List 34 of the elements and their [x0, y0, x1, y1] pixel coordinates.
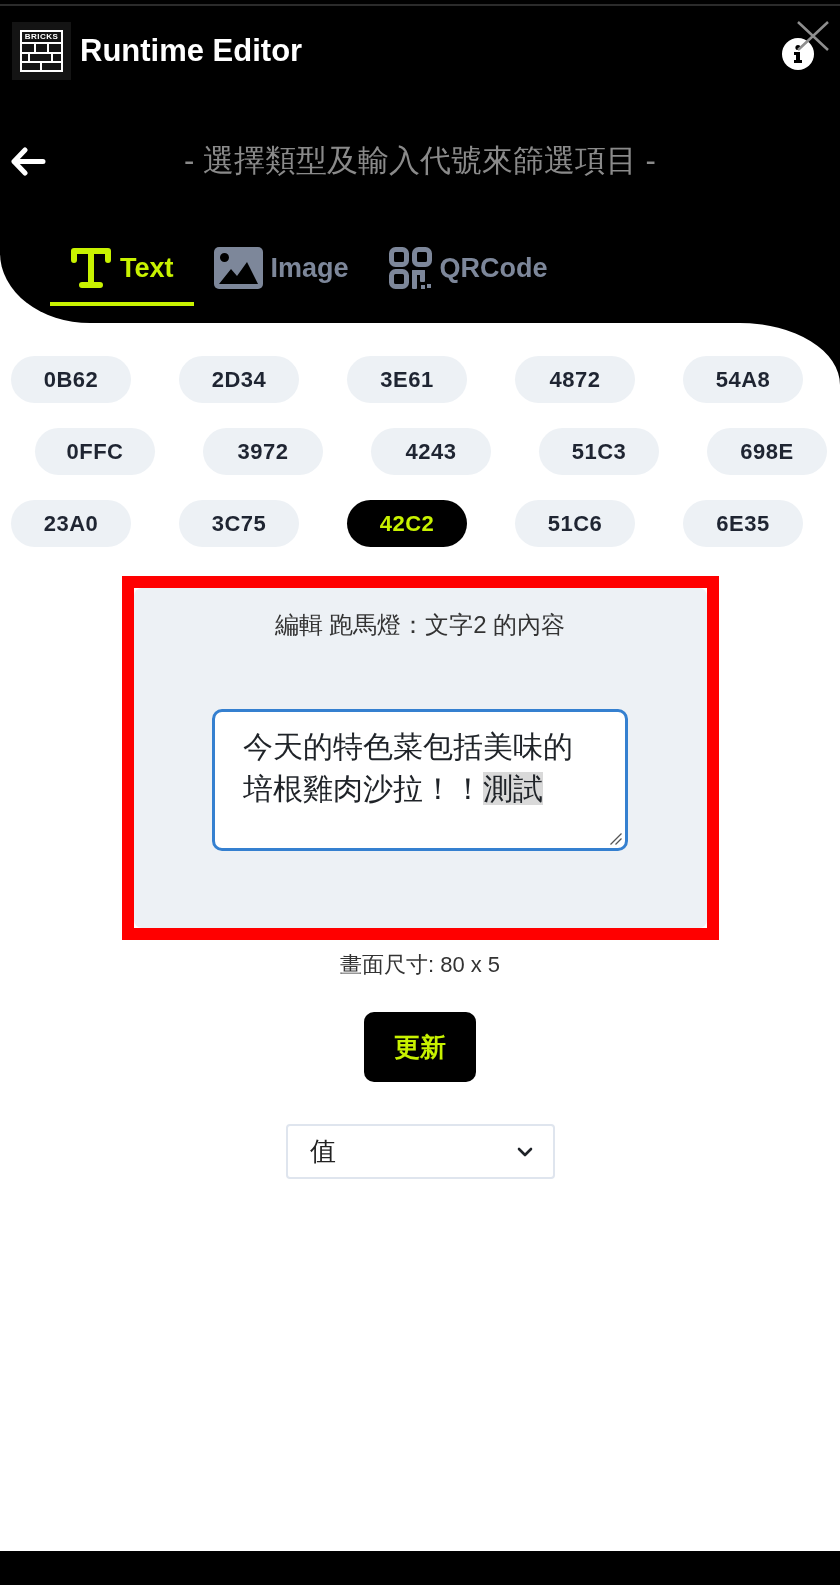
info-icon[interactable] [782, 38, 814, 70]
code-chip[interactable]: 2D34 [179, 356, 299, 403]
qr-code-icon [388, 247, 432, 289]
update-button[interactable]: 更新 [364, 1012, 476, 1082]
screen-size-text: 畫面尺寸: 80 x 5 [339, 951, 501, 979]
code-chip[interactable]: 0FFC [35, 428, 155, 475]
value-select[interactable]: 值 [285, 1124, 555, 1179]
code-chip[interactable]: 42C2 [347, 500, 467, 547]
resize-handle-icon[interactable] [610, 833, 622, 845]
code-chip[interactable]: 698E [707, 428, 827, 475]
code-chip[interactable]: 3972 [203, 428, 323, 475]
code-chip[interactable]: 3C75 [179, 500, 299, 547]
app-title: Runtime Editor [80, 32, 303, 70]
code-chip[interactable]: 3E61 [347, 356, 467, 403]
filter-hint: - 選擇類型及輸入代號來篩選項目 - [184, 142, 656, 180]
code-chip[interactable]: 0B62 [11, 356, 131, 403]
code-chip[interactable]: 51C3 [539, 428, 659, 475]
text-area[interactable]: 今天的特色菜包括美味的培根雞肉沙拉！！測試 [212, 709, 628, 851]
text-icon [70, 247, 112, 289]
editor-title: 編輯 跑馬燈：文字2 的內容 [274, 610, 566, 640]
logo-text: BRICKS [22, 32, 61, 44]
code-chip[interactable]: 23A0 [11, 500, 131, 547]
image-icon [213, 247, 263, 289]
close-icon[interactable] [797, 21, 829, 51]
tab[interactable]: Image [193, 247, 369, 306]
tab[interactable]: Text [50, 247, 194, 306]
code-chip[interactable]: 4872 [515, 356, 635, 403]
code-chip[interactable]: 54A8 [683, 356, 803, 403]
code-chip[interactable]: 6E35 [683, 500, 803, 547]
tab[interactable]: QRCode [368, 247, 568, 306]
code-chip[interactable]: 51C6 [515, 500, 635, 547]
code-chip[interactable]: 4243 [371, 428, 491, 475]
back-arrow-icon[interactable] [11, 146, 46, 176]
chevron-down-icon [516, 1146, 533, 1157]
